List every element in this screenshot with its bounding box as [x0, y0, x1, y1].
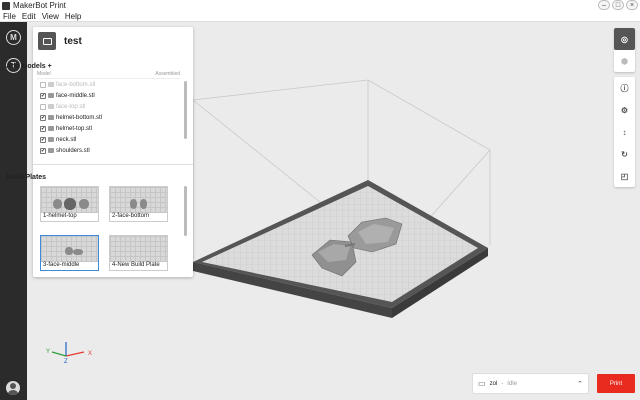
perspective-view-icon[interactable]: ◎ — [614, 28, 635, 50]
model-row[interactable]: ✔ neck.stl — [40, 134, 178, 145]
window-title: MakerBot Print — [13, 1, 66, 10]
model-name: helmet-bottom.stl — [56, 114, 103, 121]
model-row[interactable]: ✔ shoulders.stl — [40, 145, 178, 156]
model-checkbox[interactable] — [40, 81, 46, 88]
axis-y-label: Y — [46, 349, 50, 355]
model-row[interactable]: ✔ helmet-top.stl — [40, 123, 178, 134]
user-avatar-icon[interactable] — [6, 381, 20, 395]
minimize-button[interactable]: – — [598, 0, 610, 10]
build-plate-label: 4-New Build Plate — [112, 262, 160, 268]
printer-icon: ▭ — [478, 379, 486, 388]
build-plate-label: 1-helmet-top — [43, 213, 77, 219]
menu-bar: File Edit View Help — [0, 11, 640, 22]
model-file-icon — [48, 104, 54, 109]
build-plate-scrollbar[interactable] — [184, 186, 187, 236]
left-sidebar: M T — [0, 22, 27, 400]
move-icon[interactable]: ↕ — [614, 121, 635, 143]
window-controls: – □ × — [598, 0, 638, 10]
axis-z-label: Z — [64, 359, 68, 364]
model-row[interactable]: face-bottom.stl — [40, 79, 178, 90]
add-models-button[interactable]: Add Models + — [6, 63, 52, 70]
folder-icon[interactable] — [38, 32, 56, 50]
axis-x-label: X — [88, 351, 92, 357]
model-name: neck.stl — [56, 136, 77, 143]
build-plate-label: 2-face-bottom — [112, 213, 150, 219]
build-plate-card[interactable]: 3-face-middle — [40, 235, 99, 271]
model-name: face-bottom.stl — [56, 81, 96, 88]
model-row[interactable]: ✔ face-middle.stl — [40, 90, 178, 101]
grid-view-icon[interactable]: ⬢ — [614, 50, 635, 72]
model-file-icon — [48, 93, 54, 98]
model-checkbox[interactable]: ✔ — [40, 147, 46, 154]
model-name: shoulders.stl — [56, 147, 90, 154]
menu-help[interactable]: Help — [65, 12, 81, 21]
build-plate-label: 3-face-middle — [43, 262, 80, 268]
title-bar: MakerBot Print – □ × — [0, 0, 640, 11]
col-assembled-label: Assembled — [155, 71, 180, 77]
model-checkbox[interactable]: ✔ — [40, 114, 46, 121]
model-checkbox[interactable] — [40, 103, 46, 110]
build-plate-thumbnail — [110, 187, 167, 213]
project-header: test — [38, 32, 82, 50]
model-row[interactable]: face-top.stl — [40, 101, 178, 112]
print-button[interactable]: Print — [597, 374, 635, 393]
build-plate-card[interactable]: 4-New Build Plate — [109, 235, 168, 271]
makerbot-logo-icon[interactable]: M — [6, 30, 21, 45]
model-file-icon — [48, 82, 54, 87]
build-plate-thumbnail — [41, 187, 98, 213]
scale-icon[interactable]: ◰ — [614, 165, 635, 187]
chevron-up-icon[interactable]: ⌃ — [577, 380, 583, 388]
axis-indicator: X Y Z — [46, 342, 92, 364]
model-file-icon — [48, 137, 54, 142]
model-name: face-middle.stl — [56, 92, 95, 99]
model-checkbox[interactable]: ✔ — [40, 92, 46, 99]
printer-separator: - — [501, 380, 504, 387]
panel-divider — [33, 164, 193, 165]
menu-file[interactable]: File — [3, 12, 16, 21]
model-list-scrollbar[interactable] — [184, 81, 187, 139]
model-row[interactable]: ✔ helmet-bottom.stl — [40, 112, 178, 123]
printer-status: Idle — [507, 380, 517, 387]
model-checkbox[interactable]: ✔ — [40, 136, 46, 143]
model-name: face-top.stl — [56, 103, 86, 110]
model-file-icon — [48, 115, 54, 120]
settings-icon[interactable]: ⚙ — [614, 99, 635, 121]
model-checkbox[interactable]: ✔ — [40, 125, 46, 132]
model-file-icon — [48, 148, 54, 153]
edit-toolbar: ⓘ ⚙ ↕ ↻ ◰ — [614, 77, 635, 187]
build-plate-card[interactable]: 1-helmet-top — [40, 186, 99, 222]
model-list-header: Model Assembled — [37, 71, 180, 79]
menu-edit[interactable]: Edit — [22, 12, 36, 21]
app-logo-icon — [2, 1, 10, 10]
build-plate-thumbnail — [41, 236, 98, 262]
project-name[interactable]: test — [64, 36, 82, 47]
model-name: helmet-top.stl — [56, 125, 93, 132]
model-list: face-bottom.stl ✔ face-middle.stl face-top.… — [40, 79, 178, 156]
maximize-button[interactable]: □ — [612, 0, 624, 10]
model-file-icon — [48, 126, 54, 131]
build-plate-card[interactable]: 2-face-bottom — [109, 186, 168, 222]
close-button[interactable]: × — [626, 0, 638, 10]
info-icon[interactable]: ⓘ — [614, 77, 635, 99]
rotate-icon[interactable]: ↻ — [614, 143, 635, 165]
printer-name: zol — [489, 380, 498, 387]
printer-selector[interactable]: ▭ zol - Idle ⌃ — [472, 373, 589, 394]
col-model-label: Model — [37, 71, 51, 77]
view-toolbar: ◎ ⬢ — [614, 28, 635, 72]
build-plates-title: Build Plates — [6, 174, 47, 181]
build-plate-thumbnail — [110, 236, 167, 262]
menu-view[interactable]: View — [42, 12, 59, 21]
